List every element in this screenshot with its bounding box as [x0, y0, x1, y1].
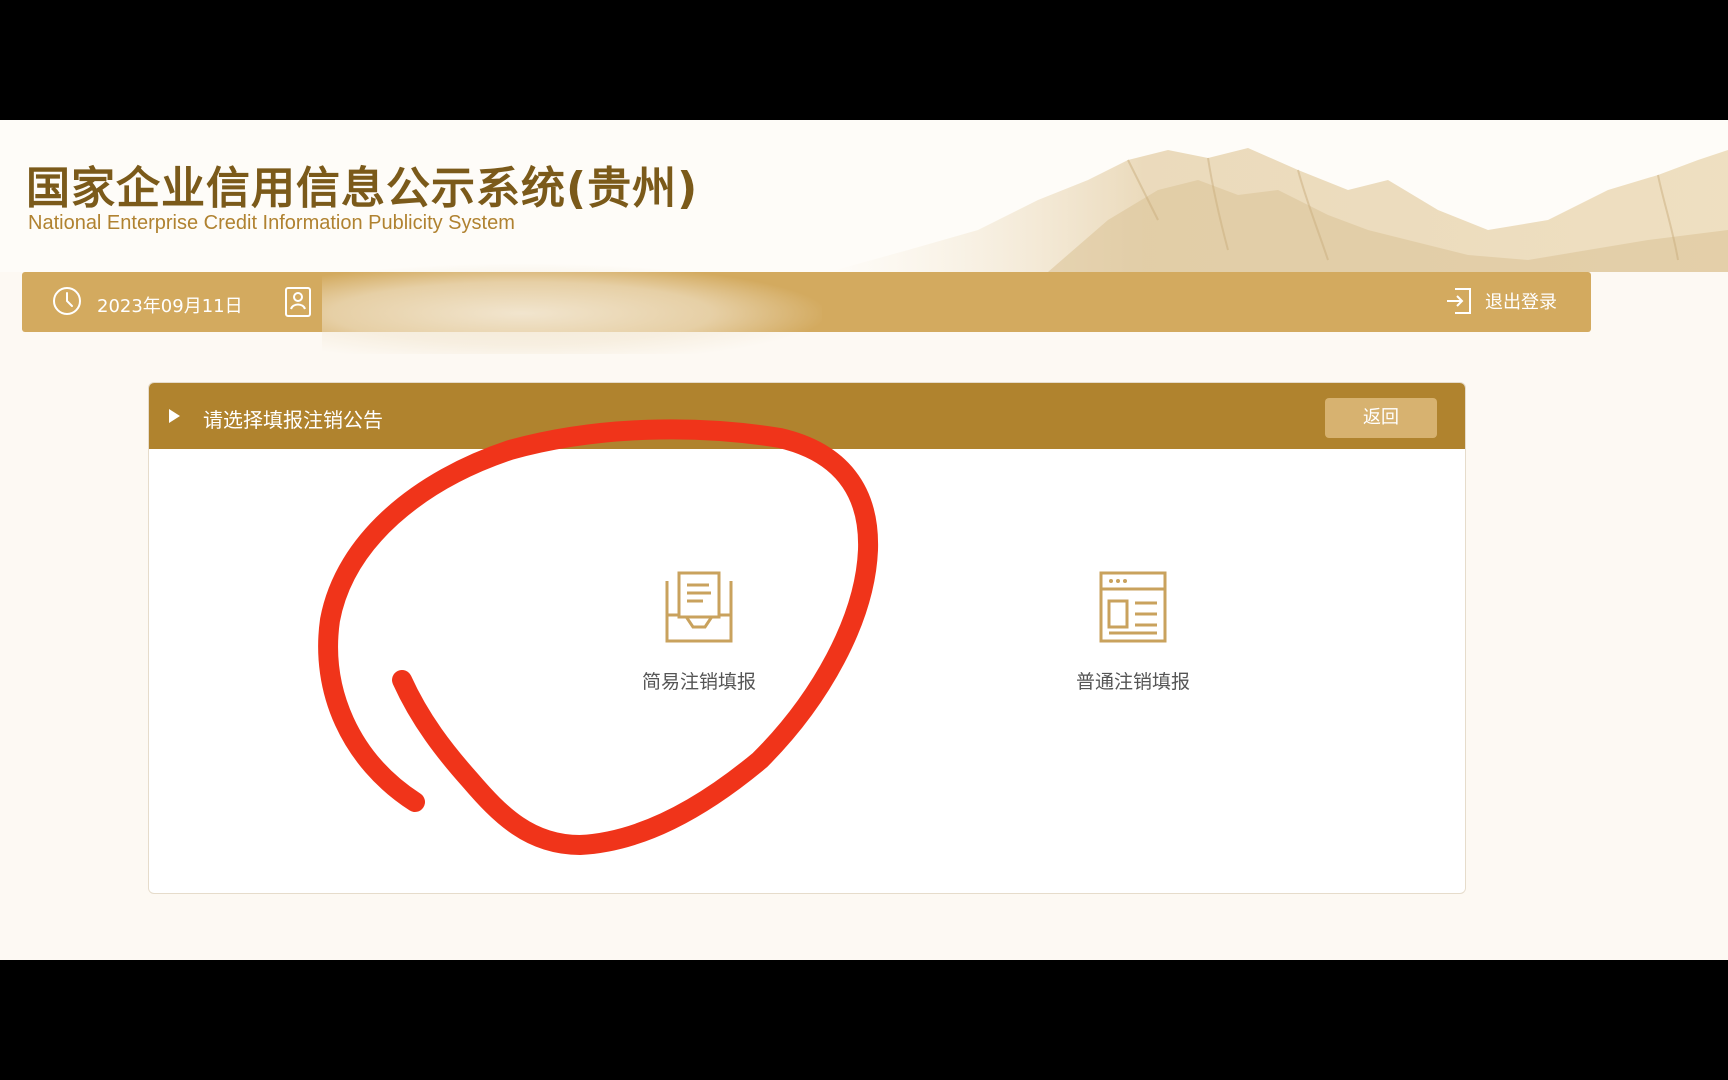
site-header: 国家企业信用信息公示系统(贵州) National Enterprise Cre… [0, 120, 1728, 272]
user-card-icon [285, 287, 311, 317]
tray-document-icon [665, 571, 733, 643]
panel-header: 请选择填报注销公告 返回 [149, 383, 1465, 449]
logout-icon [1447, 288, 1471, 314]
site-subtitle: National Enterprise Credit Information P… [28, 212, 515, 234]
site-title: 国家企业信用信息公示系统(贵州) [26, 163, 699, 214]
redacted-area [322, 264, 822, 354]
logout-button[interactable]: 退出登录 [1445, 286, 1557, 316]
browser-viewport: 国家企业信用信息公示系统(贵州) National Enterprise Cre… [0, 120, 1728, 960]
clock-icon [53, 287, 81, 315]
news-document-icon [1099, 571, 1167, 643]
normal-deregistration-label: 普通注销填报 [1075, 671, 1190, 693]
back-button[interactable]: 返回 [1325, 398, 1437, 438]
triangle-right-icon [169, 409, 180, 423]
logout-label: 退出登录 [1485, 292, 1557, 313]
normal-deregistration-option[interactable]: 普通注销填报 [1033, 571, 1233, 694]
simple-deregistration-option[interactable]: 简易注销填报 [599, 571, 799, 694]
mountain-banner-image [828, 148, 1728, 272]
simple-deregistration-label: 简易注销填报 [641, 671, 756, 693]
panel-title: 请选择填报注销公告 [203, 408, 383, 432]
deregistration-panel: 请选择填报注销公告 返回 简易注销填报 普通注销填报 [148, 382, 1466, 894]
current-date: 2023年09月11日 [97, 296, 243, 317]
user-info-bar: 2023年09月11日 退出登录 [22, 264, 1591, 354]
